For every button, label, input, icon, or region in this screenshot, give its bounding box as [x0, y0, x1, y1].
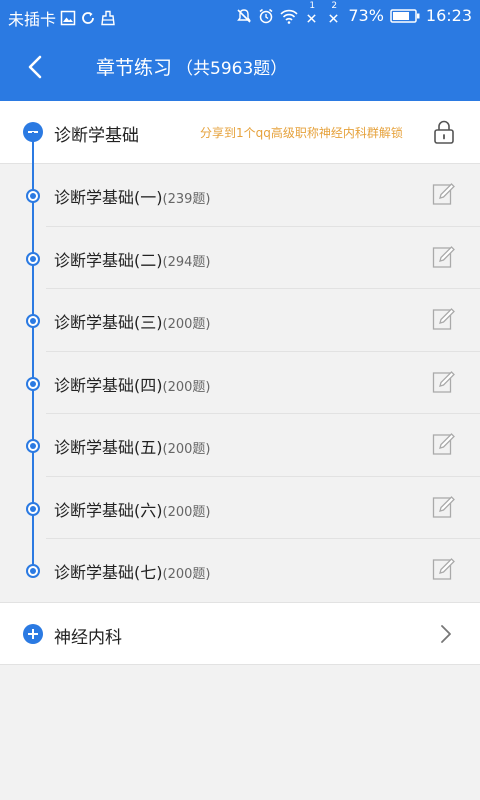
sim2-label: 2 [331, 0, 338, 11]
page-title: 章节练习 （共5963题） [96, 53, 287, 80]
timeline-dot [26, 251, 40, 266]
chapter-label: 诊断学基础(六)(200题) [54, 497, 210, 521]
sync-icon [82, 12, 94, 24]
wifi-icon [280, 9, 298, 24]
chapter-label: 诊断学基础(五)(200题) [54, 434, 210, 458]
chapter-item[interactable]: 诊断学基础(四)(200题) [0, 352, 480, 414]
chapter-question-count: (200题) [162, 442, 211, 457]
no-signal-icon [329, 13, 339, 23]
timeline-dot [26, 314, 40, 328]
total-question-count: （共5963题） [176, 59, 288, 79]
sim1-label: 1 [309, 0, 316, 11]
chapter-question-count: (200题) [162, 379, 211, 395]
edit-icon[interactable] [432, 245, 456, 269]
chevron-right-icon[interactable] [438, 623, 454, 645]
chapter-item[interactable]: 诊断学基础(六)(200题) [0, 477, 480, 539]
timeline-dot [26, 376, 40, 391]
chapter-title: 诊断学基础(四) [54, 375, 163, 395]
timeline-dot [26, 189, 40, 203]
image-icon [60, 10, 76, 26]
section-title: 诊断学基础 [54, 126, 139, 146]
chapter-content: 诊断学基础 分享到1个qq高级职称神经内科群解锁 诊断学基础(一)(239题) … [0, 101, 480, 665]
edit-icon[interactable] [432, 557, 456, 581]
chapter-label: 诊断学基础(四)(200题) [54, 372, 210, 396]
chapter-item[interactable]: 诊断学基础(七)(200题) [0, 539, 480, 602]
edit-icon[interactable] [432, 495, 456, 519]
page-title-text: 章节练习 [96, 57, 173, 79]
chapter-label: 诊断学基础(七)(200题) [54, 559, 210, 583]
chapter-item[interactable]: 诊断学基础(三)(200题) [0, 289, 480, 352]
chapter-item[interactable]: 诊断学基础(一)(239题) [0, 164, 480, 227]
expand-icon[interactable] [23, 623, 43, 644]
chapter-title: 诊断学基础(三) [54, 313, 163, 332]
app-header: 章节练习 （共5963题） [0, 33, 480, 101]
carrier-text: 未插卡 [8, 10, 57, 29]
status-bar-right: 1 2 73% 16:23 [236, 1, 472, 25]
edit-icon[interactable] [432, 307, 456, 331]
chapter-title: 诊断学基础(七) [54, 563, 163, 582]
timeline-dot [26, 564, 40, 578]
battery-percent: 73% [348, 6, 384, 25]
edit-icon[interactable] [432, 432, 456, 456]
section-header-neurology[interactable]: 神经内科 [0, 601, 480, 665]
chapter-item[interactable]: 诊断学基础(二)(294题) [0, 227, 480, 289]
status-bar-left: 未插卡 [8, 6, 116, 30]
alarm-icon [259, 8, 273, 23]
chapter-question-count: (200题) [162, 504, 211, 520]
chapter-list: 诊断学基础(一)(239题) 诊断学基础(二)(294题) 诊断学基础(三)(2… [0, 132, 480, 602]
chapter-label: 诊断学基础(二)(294题) [54, 247, 210, 271]
clock: 16:23 [425, 6, 472, 25]
chapter-question-count: (200题) [162, 317, 211, 332]
chapter-question-count: (294题) [162, 254, 211, 270]
section-title: 神经内科 [54, 627, 122, 648]
sim2-indicator: 2 [326, 1, 342, 25]
battery-icon [390, 8, 420, 23]
chapter-title: 诊断学基础(五) [54, 438, 163, 457]
timeline-dot [26, 439, 40, 453]
sim1-indicator: 1 [304, 1, 320, 25]
status-bar: 未插卡 1 2 73% 16:23 [0, 0, 480, 33]
chapter-question-count: (200题) [162, 567, 211, 582]
no-signal-icon [307, 13, 317, 23]
chapter-title: 诊断学基础(一) [54, 188, 163, 207]
edit-icon[interactable] [432, 182, 456, 206]
chapter-question-count: (239题) [162, 192, 211, 207]
share-unlock-link[interactable]: 分享到1个qq高级职称神经内科群解锁 [200, 124, 403, 141]
timeline-dot [26, 501, 40, 516]
lock-icon[interactable] [432, 119, 456, 145]
back-icon[interactable] [18, 51, 54, 83]
chapter-title: 诊断学基础(二) [54, 250, 163, 270]
chapter-label: 诊断学基础(一)(239题) [54, 184, 210, 208]
mute-icon [237, 8, 252, 23]
chapter-label: 诊断学基础(三)(200题) [54, 309, 210, 333]
chapter-title: 诊断学基础(六) [54, 500, 163, 520]
section-header-diagnostics[interactable]: 诊断学基础 分享到1个qq高级职称神经内科群解锁 [0, 101, 480, 164]
cleaner-icon [101, 10, 115, 26]
edit-icon[interactable] [432, 370, 456, 394]
chapter-item[interactable]: 诊断学基础(五)(200题) [0, 414, 480, 477]
